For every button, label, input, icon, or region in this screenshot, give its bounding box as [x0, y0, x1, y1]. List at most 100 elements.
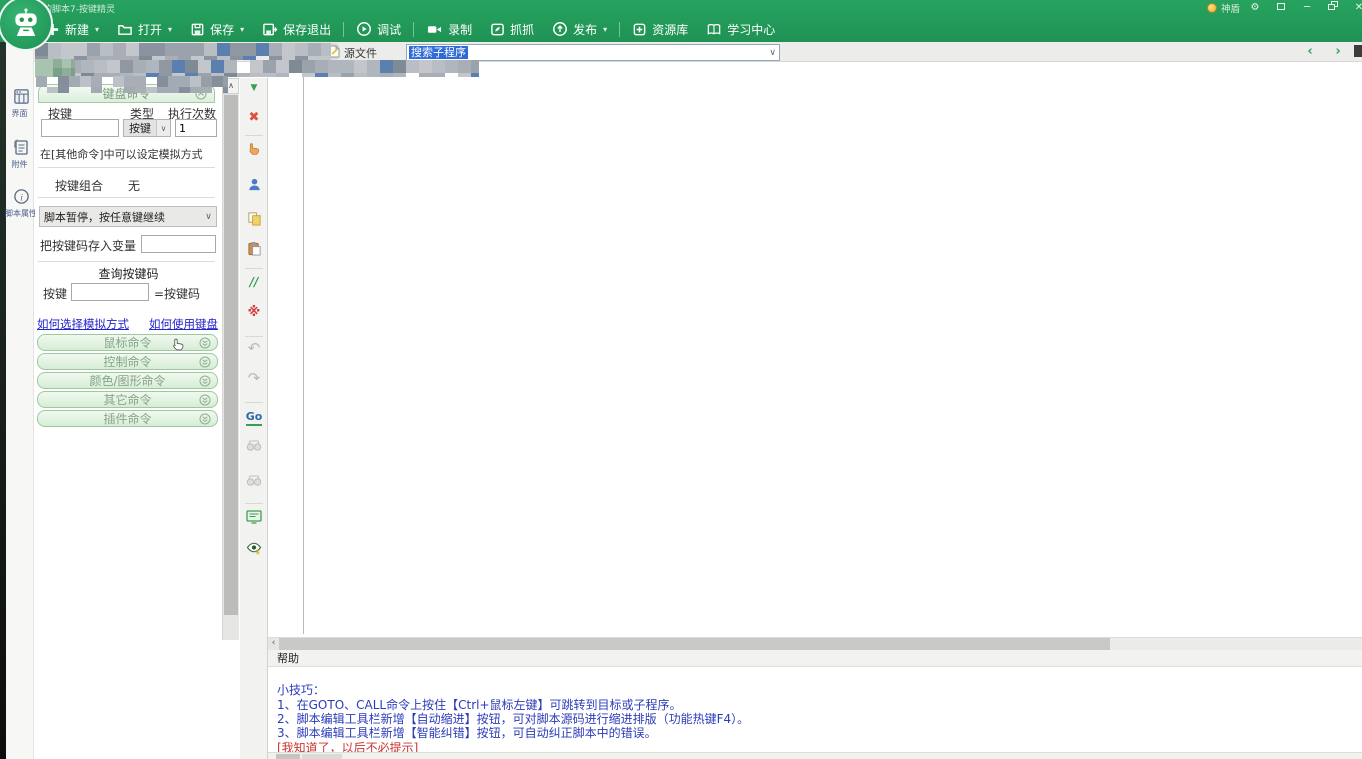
source-file-tab[interactable]: 源文件: [329, 45, 377, 61]
section-color-graphics-commands[interactable]: 颜色/图形命令: [37, 372, 218, 389]
script-tabs-censored[interactable]: [35, 43, 331, 60]
expand-icon: [199, 394, 211, 409]
toolbar-separator: [245, 503, 263, 504]
paste-icon[interactable]: [246, 240, 262, 256]
tab-list-icon[interactable]: [1354, 45, 1362, 57]
rail-edge: [0, 42, 6, 759]
app-window: 我的脚本7-按键精灵 神盾 ⚙ ─ ✕ 新建▾ 打开▾ 保存▾ 保存退出 调试: [0, 0, 1362, 759]
script-editor-area[interactable]: [268, 62, 1362, 636]
bottom-tab[interactable]: [302, 754, 342, 759]
chevron-down-icon[interactable]: ∨: [769, 48, 776, 58]
folder-icon: [117, 22, 133, 37]
toolbar-separator: [413, 22, 414, 37]
divider: [38, 261, 215, 262]
goto-line-icon[interactable]: Go: [246, 408, 262, 426]
query-result-label: =按键码: [154, 285, 200, 302]
editor-gutter-line: [303, 66, 304, 634]
insert-command-icon[interactable]: ▼: [246, 80, 262, 96]
help-panel-header: 帮助: [268, 650, 1362, 667]
subroutine-search-combo[interactable]: 搜索子程序 ∨: [406, 44, 780, 61]
restore-button[interactable]: [1320, 0, 1346, 16]
editor-hscrollbar[interactable]: ‹: [268, 637, 1362, 650]
simulation-hint: 在[其他命令]中可以设定模拟方式: [40, 146, 203, 162]
settings-gear-icon[interactable]: ⚙: [1242, 0, 1268, 16]
coin-icon: [1207, 3, 1217, 13]
record-button[interactable]: 录制: [417, 17, 481, 41]
main-toolbar: 新建▾ 打开▾ 保存▾ 保存退出 调试 录制 抓抓 发布▾: [36, 16, 784, 42]
svg-text:i: i: [20, 193, 23, 203]
censored-mosaic: [35, 59, 75, 77]
skin-icon[interactable]: [1268, 0, 1294, 16]
floppy-icon: [190, 22, 205, 37]
uncomment-icon[interactable]: ※: [246, 304, 262, 320]
toolbar-separator: [245, 336, 263, 337]
type-dropdown[interactable]: 按键 ∨: [123, 119, 171, 137]
video-camera-icon: [426, 22, 443, 37]
close-button[interactable]: ✕: [1346, 0, 1362, 16]
panel-scrollbar[interactable]: ∧: [222, 78, 239, 640]
sidebar-item-attachment[interactable]: 附件: [8, 138, 34, 170]
watch-eye-icon[interactable]: [246, 540, 262, 556]
censored-mosaic: [36, 76, 228, 93]
save-exit-button[interactable]: 保存退出: [253, 17, 340, 41]
query-key-label: 按键: [43, 285, 67, 302]
nav-left-arrow[interactable]: ‹: [1303, 44, 1317, 59]
drag-hand-icon[interactable]: [246, 140, 262, 156]
toolbar-separator: [245, 268, 263, 269]
query-key-input[interactable]: [71, 283, 149, 301]
section-control-commands[interactable]: 控制命令: [37, 353, 218, 370]
find-next-icon[interactable]: [246, 473, 262, 489]
scroll-left-button[interactable]: ‹: [268, 638, 279, 650]
key-input[interactable]: [41, 119, 119, 137]
count-input[interactable]: [175, 119, 217, 137]
expand-icon: [199, 337, 211, 352]
redo-icon[interactable]: ↷: [246, 370, 262, 386]
bottom-tab[interactable]: [276, 754, 300, 759]
plus-box-icon: [632, 22, 647, 37]
save-button[interactable]: 保存▾: [181, 17, 253, 41]
capture-icon: [490, 22, 505, 37]
select-user-icon[interactable]: [246, 176, 262, 192]
scrollbar-thumb[interactable]: [224, 95, 238, 615]
find-icon[interactable]: [246, 438, 262, 454]
comment-icon[interactable]: //: [246, 274, 262, 290]
how-choose-simulation-link[interactable]: 如何选择模拟方式: [37, 316, 129, 332]
delete-icon[interactable]: ✖: [246, 109, 262, 125]
publish-up-icon: [552, 21, 568, 37]
copy-icon[interactable]: [246, 210, 262, 226]
scrollbar-thumb[interactable]: [279, 638, 1110, 650]
section-other-commands[interactable]: 其它命令: [37, 391, 218, 408]
grab-button[interactable]: 抓抓: [481, 17, 543, 41]
store-variable-input[interactable]: [141, 235, 216, 253]
divider: [38, 197, 215, 198]
shield-badge[interactable]: 神盾: [1221, 1, 1240, 15]
screen-capture-icon[interactable]: [246, 508, 262, 524]
minimize-button[interactable]: ─: [1294, 0, 1320, 16]
pause-mode-dropdown[interactable]: 脚本暂停，按任意键继续 ∨: [39, 206, 217, 227]
open-button[interactable]: 打开▾: [108, 17, 181, 41]
chevron-down-icon: ∨: [156, 120, 170, 136]
resource-library-button[interactable]: 资源库: [623, 17, 697, 41]
toolbar-separator: [245, 402, 263, 403]
learning-center-button[interactable]: 学习中心: [697, 17, 784, 41]
section-mouse-commands[interactable]: 鼠标命令: [37, 334, 218, 351]
query-keycode-title: 查询按键码: [35, 265, 222, 282]
how-use-keyboard-link[interactable]: 如何使用键盘: [149, 316, 218, 332]
debug-button[interactable]: 调试: [347, 17, 410, 41]
sidebar-item-script-properties[interactable]: i 脚本属性: [8, 188, 34, 219]
attachment-icon: [13, 145, 29, 159]
window-controls: 神盾 ⚙ ─ ✕: [1207, 0, 1358, 16]
key-combo-value[interactable]: 无: [128, 177, 140, 194]
hand-cursor-icon: [171, 336, 186, 355]
store-keycode-label: 把按键码存入变量: [40, 237, 136, 254]
play-circle-icon: [356, 21, 372, 37]
keyboard-command-panel: 键盘命令 按键 类型 执行次数 按键 ∨ 在[其他命令]中可以设定模拟方式 按键…: [35, 78, 222, 759]
publish-button[interactable]: 发布▾: [543, 17, 616, 41]
sidebar-item-interface[interactable]: 界面: [8, 88, 34, 119]
section-plugin-commands[interactable]: 插件命令: [37, 410, 218, 427]
undo-icon[interactable]: ↶: [246, 340, 262, 356]
help-panel-body: 小技巧： 1、在GOTO、CALL命令上按住【Ctrl+鼠标左键】可跳转到目标或…: [268, 667, 1362, 752]
grid-icon: [13, 94, 30, 108]
nav-right-arrow[interactable]: ›: [1331, 44, 1345, 59]
search-combo-value: 搜索子程序: [409, 46, 468, 59]
